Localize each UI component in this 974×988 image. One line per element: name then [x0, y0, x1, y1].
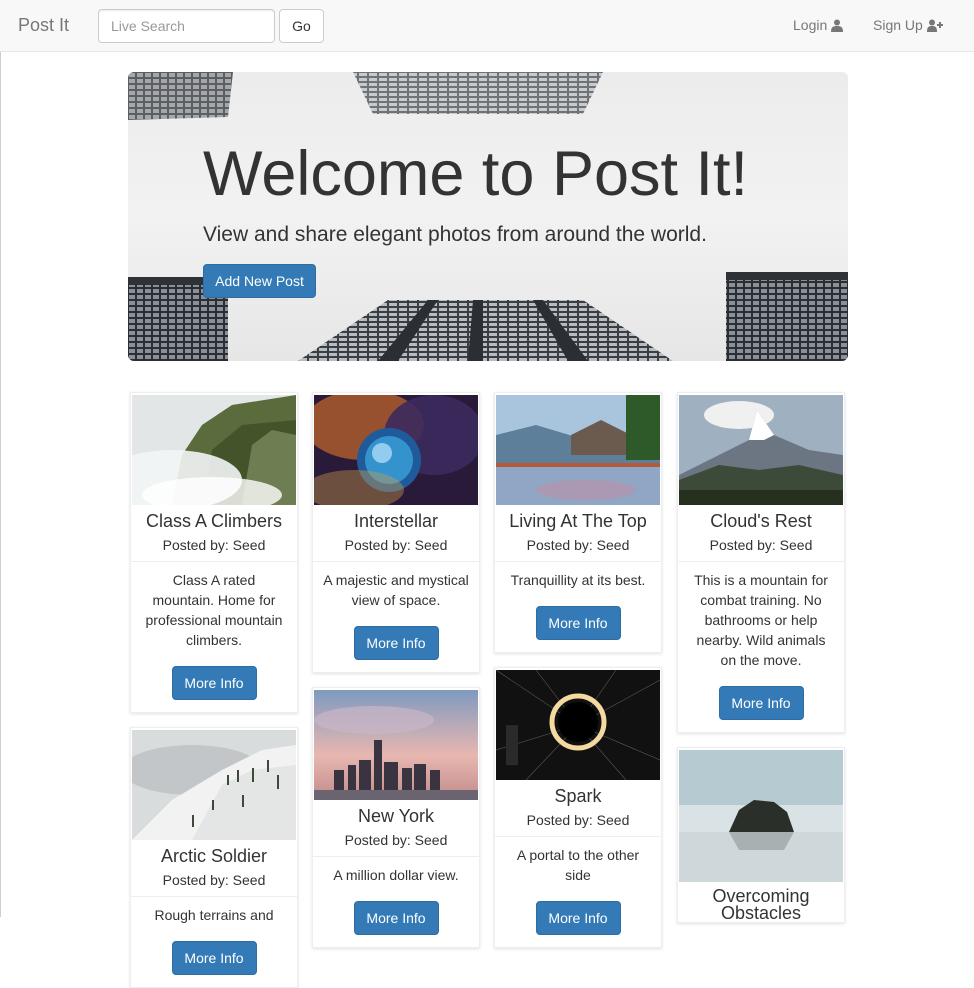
- brand-logo[interactable]: Post It: [18, 15, 69, 36]
- search-input[interactable]: [98, 9, 275, 43]
- post-title: Interstellar: [353, 511, 439, 531]
- post-card: Interstellar Posted by: Seed A majestic …: [312, 392, 480, 673]
- more-info-button[interactable]: More Info: [353, 901, 439, 935]
- post-image: [679, 750, 843, 882]
- more-info-button[interactable]: More Info: [353, 626, 439, 660]
- post-title: Arctic Soldier: [160, 846, 268, 866]
- post-card: Arctic Soldier Posted by: Seed Rough ter…: [130, 727, 298, 988]
- post-author: Posted by: Seed: [344, 832, 448, 848]
- more-info-button[interactable]: More Info: [171, 666, 257, 700]
- post-author: Posted by: Seed: [526, 812, 630, 828]
- post-title: Spark: [554, 786, 602, 806]
- more-info-button[interactable]: More Info: [718, 686, 804, 720]
- user-icon: [831, 19, 844, 32]
- hero-subtitle: View and share elegant photos from aroun…: [203, 223, 707, 246]
- post-description: A majestic and mystical view of space.: [323, 572, 469, 608]
- more-info-button[interactable]: More Info: [171, 941, 257, 975]
- signup-link[interactable]: Sign Up: [873, 17, 943, 33]
- post-card: Class A Climbers Posted by: Seed Class A…: [130, 392, 298, 713]
- divider: [131, 896, 297, 897]
- more-info-button[interactable]: More Info: [535, 606, 621, 640]
- post-card: Cloud's Rest Posted by: Seed This is a m…: [677, 392, 845, 733]
- post-description: This is a mountain for combat training. …: [694, 572, 828, 668]
- divider: [313, 856, 479, 857]
- divider: [495, 836, 661, 837]
- post-title: New York: [357, 806, 435, 826]
- post-image: [496, 670, 660, 780]
- post-image: [132, 730, 296, 840]
- post-author: Posted by: Seed: [344, 537, 448, 553]
- navbar: Post It Go Login Sign Up: [0, 0, 974, 52]
- post-image: [314, 395, 478, 505]
- post-card: Spark Posted by: Seed A portal to the ot…: [494, 667, 662, 948]
- post-image: [314, 690, 478, 800]
- go-button[interactable]: Go: [279, 9, 324, 43]
- post-title: Cloud's Rest: [710, 511, 812, 531]
- post-author: Posted by: Seed: [709, 537, 813, 553]
- divider: [131, 561, 297, 562]
- user-plus-icon: [926, 19, 943, 32]
- post-author: Posted by: Seed: [162, 537, 266, 553]
- post-image: [132, 395, 296, 505]
- divider: [678, 561, 844, 562]
- post-title: Class A Climbers: [145, 511, 283, 531]
- post-author: Posted by: Seed: [526, 537, 630, 553]
- hero-title: Welcome to Post It!: [203, 139, 749, 209]
- hero-jumbotron: Welcome to Post It! View and share elega…: [128, 72, 848, 361]
- post-card: Living At The Top Posted by: Seed Tranqu…: [494, 392, 662, 653]
- post-title: Living At The Top: [509, 511, 647, 531]
- post-description: Class A rated mountain. Home for profess…: [145, 572, 283, 648]
- login-link[interactable]: Login: [793, 17, 844, 33]
- post-image: [496, 395, 660, 505]
- post-card: Overcoming Obstacles: [677, 747, 845, 923]
- more-info-button[interactable]: More Info: [535, 901, 621, 935]
- post-description: A million dollar view.: [333, 867, 459, 883]
- login-label: Login: [793, 17, 828, 33]
- add-new-post-button[interactable]: Add New Post: [203, 264, 316, 298]
- post-card: New York Posted by: Seed A million dolla…: [312, 687, 480, 948]
- post-image: [679, 395, 843, 505]
- post-author: Posted by: Seed: [162, 872, 266, 888]
- skyscraper-background: [128, 72, 848, 361]
- post-description: Rough terrains and: [154, 907, 274, 923]
- post-description: A portal to the other side: [516, 847, 640, 883]
- divider: [495, 561, 661, 562]
- divider: [313, 561, 479, 562]
- post-description: Tranquillity at its best.: [510, 572, 646, 588]
- signup-label: Sign Up: [873, 17, 923, 33]
